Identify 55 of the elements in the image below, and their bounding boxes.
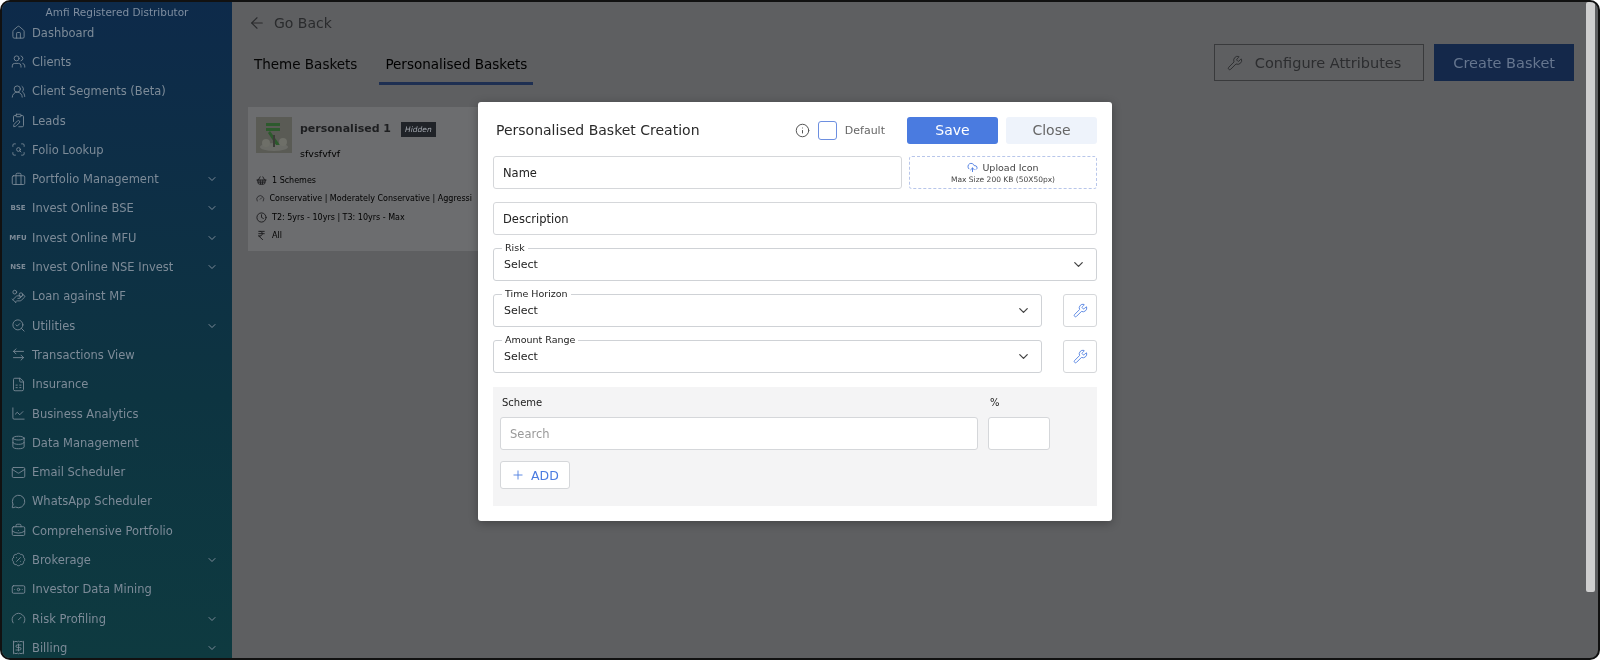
- name-field[interactable]: Name: [493, 156, 902, 189]
- dialog-title: Personalised Basket Creation: [495, 122, 701, 138]
- info-icon[interactable]: [794, 122, 810, 138]
- description-field[interactable]: Description: [493, 202, 1097, 235]
- search-field[interactable]: Search: [500, 417, 978, 450]
- rupee-icon: [256, 230, 267, 242]
- sidebar-item[interactable]: Loan against MF: [2, 281, 232, 311]
- sidebar-item[interactable]: Brokerage: [2, 545, 232, 575]
- basket-detail: 1 Schemes: [272, 175, 316, 185]
- sidebar-item[interactable]: WhatsApp Scheduler: [2, 486, 232, 517]
- wrench-icon: [1226, 54, 1243, 71]
- sidebar-item[interactable]: Insurance: [2, 369, 232, 399]
- cloud-upload-icon: [967, 161, 979, 173]
- create-button[interactable]: Create Basket: [1434, 44, 1574, 81]
- sidebar-header: Amfi Registered Distributor: [44, 5, 190, 18]
- checkbox[interactable]: [817, 120, 837, 140]
- close-button[interactable]: Close: [1006, 116, 1097, 144]
- configure-button[interactable]: [1063, 294, 1097, 327]
- wrench-icon: [1072, 303, 1088, 318]
- tab[interactable]: Theme Baskets: [248, 48, 364, 85]
- basket-icon: [256, 174, 267, 186]
- sidebar-item[interactable]: Email Scheduler: [2, 457, 232, 487]
- sidebar-item[interactable]: Clients: [2, 47, 232, 77]
- sidebar-item[interactable]: Comprehensive Portfolio: [2, 516, 232, 546]
- sidebar-item[interactable]: Business Analytics: [2, 398, 232, 429]
- wrench-icon: [1072, 349, 1088, 364]
- sidebar-item[interactable]: Utilities: [2, 310, 232, 341]
- sidebar-item[interactable]: Investor Data Mining: [2, 574, 232, 604]
- checkbox-label: Default: [844, 123, 885, 137]
- sidebar-item[interactable]: Data Management: [2, 428, 232, 458]
- basket-detail: T2: 5yrs - 10yrs | T3: 10yrs - Max: [272, 212, 405, 222]
- sidebar-item[interactable]: Client Segments (Beta): [2, 76, 232, 106]
- column-header: %: [989, 397, 1001, 410]
- column-header: Scheme: [501, 397, 544, 410]
- add-button[interactable]: ADD: [500, 461, 570, 489]
- basket-detail: All: [272, 231, 282, 241]
- upload-label: Upload Icon: [982, 161, 1039, 173]
- basket-detail: Conservative | Moderately Conservative | Aggressi: [269, 194, 472, 204]
- gauge-icon: [256, 193, 265, 205]
- sidebar-item[interactable]: Dashboard: [2, 18, 232, 48]
- basket-name: personalised 1: [300, 122, 392, 135]
- tab[interactable]: Personalised Baskets: [379, 48, 534, 85]
- sidebar-item[interactable]: Risk Profiling: [2, 603, 232, 634]
- plus-icon: [511, 468, 525, 482]
- sidebar-item[interactable]: Folio Lookup: [2, 135, 232, 165]
- sidebar-item[interactable]: Billing: [2, 633, 232, 658]
- clock-icon: [256, 211, 267, 223]
- configure-button[interactable]: [1063, 340, 1097, 373]
- sidebar-item[interactable]: Transactions View: [2, 340, 232, 370]
- percent-field[interactable]: [988, 417, 1050, 450]
- sidebar-item[interactable]: Portfolio Management: [2, 164, 232, 194]
- sidebar-item[interactable]: Leads: [2, 105, 232, 136]
- basket-description: sfvsfvfvf: [300, 148, 342, 159]
- scrollbar[interactable]: [1586, 2, 1595, 592]
- save-button[interactable]: Save: [907, 116, 998, 144]
